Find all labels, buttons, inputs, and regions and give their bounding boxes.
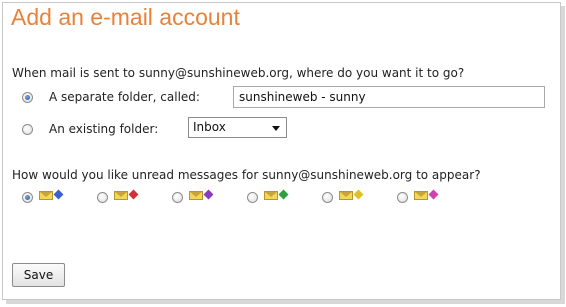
unread-style-option-6[interactable] [397,187,442,207]
unread-style-option-1[interactable] [22,187,67,207]
envelope-yellow-flag-icon [339,189,364,200]
unread-style-option-2[interactable] [97,187,142,207]
unread-style-radio-5[interactable] [322,192,333,203]
separate-folder-label: A separate folder, called: [49,90,200,104]
unread-style-radio-3[interactable] [172,192,183,203]
destination-question: When mail is sent to sunny@sunshineweb.o… [12,66,465,80]
existing-folder-radio[interactable] [22,124,33,135]
flag-icon [53,189,64,200]
flag-icon [278,189,289,200]
unread-style-option-4[interactable] [247,187,292,207]
appearance-question: How would you like unread messages for s… [12,168,481,182]
folder-name-input[interactable] [233,86,545,108]
envelope-pink-flag-icon [414,189,439,200]
chevron-down-icon [272,126,280,131]
flag-icon [128,189,139,200]
envelope-blue-flag-icon [39,189,64,200]
separate-folder-radio[interactable] [22,92,33,103]
account-panel [2,2,561,300]
existing-folder-selected-value: Inbox [193,120,226,134]
flag-icon [428,189,439,200]
unread-style-radio-4[interactable] [247,192,258,203]
frame-shadow-bottom [6,300,565,304]
unread-style-radio-1[interactable] [22,192,33,203]
envelope-green-flag-icon [264,189,289,200]
envelope-red-flag-icon [114,189,139,200]
unread-style-radio-6[interactable] [397,192,408,203]
unread-style-option-5[interactable] [322,187,367,207]
flag-icon [353,189,364,200]
existing-folder-dropdown[interactable]: Inbox [188,117,287,138]
unread-style-option-3[interactable] [172,187,217,207]
existing-folder-label: An existing folder: [49,122,159,136]
unread-style-radio-2[interactable] [97,192,108,203]
flag-icon [203,189,214,200]
envelope-purple-flag-icon [189,189,214,200]
save-button[interactable]: Save [12,263,65,287]
frame-shadow-right [561,6,565,302]
page-title: Add an e-mail account [11,4,240,30]
